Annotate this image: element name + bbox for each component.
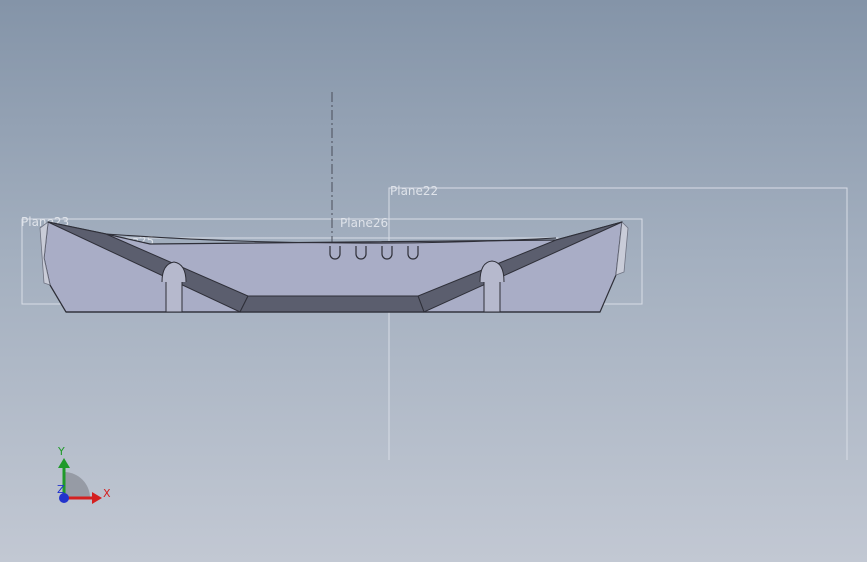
reference-planes bbox=[21, 187, 848, 460]
plane22-label[interactable]: Plane22 bbox=[390, 184, 438, 198]
triad-x-arrow bbox=[92, 492, 102, 504]
triad-y-arrow bbox=[58, 458, 70, 468]
slot-4 bbox=[407, 246, 419, 260]
slot-1 bbox=[329, 246, 341, 260]
plane26-label[interactable]: Plane26 bbox=[340, 216, 388, 230]
bottom-bar bbox=[239, 295, 425, 313]
left-mount-post[interactable] bbox=[161, 261, 187, 313]
model-scene[interactable]: Plane22 Plane23 Plane25 Plane26 bbox=[0, 0, 867, 562]
triad-z-label: Z bbox=[57, 483, 65, 496]
bumper-part[interactable] bbox=[39, 221, 629, 313]
slot-3 bbox=[381, 246, 393, 260]
triad-x-label: X bbox=[103, 487, 111, 500]
triad-rotation-arc bbox=[64, 472, 90, 498]
view-triad[interactable]: Y X Z bbox=[57, 445, 111, 504]
graphics-viewport[interactable]: Plane22 Plane23 Plane25 Plane26 bbox=[0, 0, 867, 562]
slot-2 bbox=[355, 246, 367, 260]
triad-y-label: Y bbox=[57, 445, 65, 458]
right-mount-post[interactable] bbox=[479, 260, 505, 313]
